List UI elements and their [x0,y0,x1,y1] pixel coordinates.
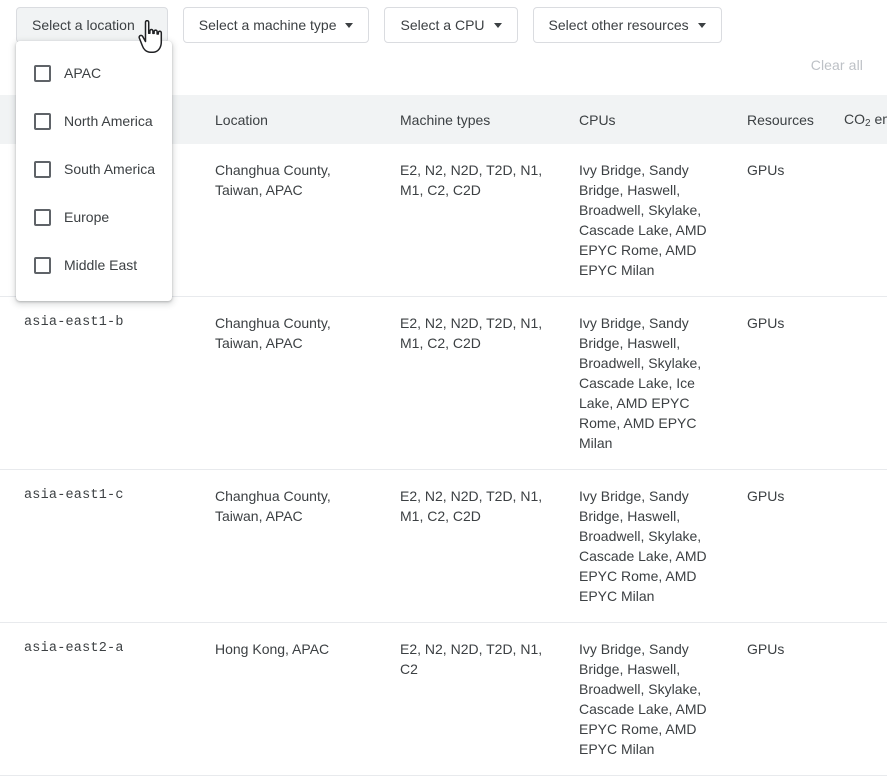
cell-machine-types: E2, N2, N2D, T2D, N1, M1, C2, C2D [386,144,565,297]
cell-resources: GPUs [747,297,833,470]
location-option-south-america[interactable]: South America [16,145,172,193]
cell-zone: asia-east1-c [0,470,198,623]
cell-cpus: Ivy Bridge, Sandy Bridge, Haswell, Broad… [565,297,747,470]
cell-cpus: Ivy Bridge, Sandy Bridge, Haswell, Broad… [565,623,747,776]
cell-location: Changhua County, Taiwan, APAC [198,470,386,623]
cell-co2-emissions [833,144,887,297]
cell-co2-emissions [833,297,887,470]
location-option-apac[interactable]: APAC [16,49,172,97]
location-option-label: APAC [64,65,101,81]
chevron-down-icon [494,23,502,28]
filter-button-machine-type-label: Select a machine type [199,8,337,42]
filter-button-cpu-label: Select a CPU [400,8,484,42]
clear-all-button[interactable]: Clear all [805,53,869,77]
checkbox-icon[interactable] [34,209,51,226]
column-header-location: Location [198,95,386,144]
cell-machine-types: E2, N2, N2D, T2D, N1, M1, C2, C2D [386,470,565,623]
location-option-europe[interactable]: Europe [16,193,172,241]
table-row: asia-east1-cChanghua County, Taiwan, APA… [0,470,887,623]
filter-button-other-resources-label: Select other resources [549,8,689,42]
cell-zone: asia-east2-a [0,623,198,776]
filter-button-location-label: Select a location [32,8,135,42]
cell-location: Hong Kong, APAC [198,623,386,776]
chevron-down-icon [698,23,706,28]
cell-cpus: Ivy Bridge, Sandy Bridge, Haswell, Broad… [565,144,747,297]
cell-resources: GPUs [747,144,833,297]
cell-resources: GPUs [747,623,833,776]
filter-toolbar: Select a location Select a machine type … [16,7,887,43]
cell-resources: GPUs [747,470,833,623]
location-dropdown-menu: APAC North America South America Europe Midd… [16,41,172,301]
cell-location: Changhua County, Taiwan, APAC [198,297,386,470]
cell-co2-emissions [833,470,887,623]
cell-cpus: Ivy Bridge, Sandy Bridge, Haswell, Broad… [565,470,747,623]
filter-button-location[interactable]: Select a location [16,7,168,43]
column-header-machine-types: Machine types [386,95,565,144]
checkbox-icon[interactable] [34,257,51,274]
filter-button-other-resources[interactable]: Select other resources [533,7,722,43]
cell-zone: asia-east1-b [0,297,198,470]
table-row: asia-east1-bChanghua County, Taiwan, APA… [0,297,887,470]
column-header-resources: Resources [747,95,833,144]
filter-button-cpu[interactable]: Select a CPU [384,7,517,43]
checkbox-icon[interactable] [34,161,51,178]
cell-location: Changhua County, Taiwan, APAC [198,144,386,297]
table-row: asia-east2-aHong Kong, APACE2, N2, N2D, … [0,623,887,776]
location-option-label: North America [64,113,153,129]
location-option-label: South America [64,161,155,177]
cell-machine-types: E2, N2, N2D, T2D, N1, M1, C2, C2D [386,297,565,470]
location-option-middle-east[interactable]: Middle East [16,241,172,289]
column-header-cpus: CPUs [565,95,747,144]
cell-machine-types: E2, N2, N2D, T2D, N1, C2 [386,623,565,776]
location-option-label: Europe [64,209,109,225]
filter-button-machine-type[interactable]: Select a machine type [183,7,370,43]
checkbox-icon[interactable] [34,113,51,130]
checkbox-icon[interactable] [34,65,51,82]
location-option-north-america[interactable]: North America [16,97,172,145]
location-option-label: Middle East [64,257,137,273]
cell-co2-emissions [833,623,887,776]
location-option-list: APAC North America South America Europe Midd… [16,49,172,289]
column-header-co2-emissions: CO2 emissions [833,95,887,144]
chevron-down-icon [345,23,353,28]
